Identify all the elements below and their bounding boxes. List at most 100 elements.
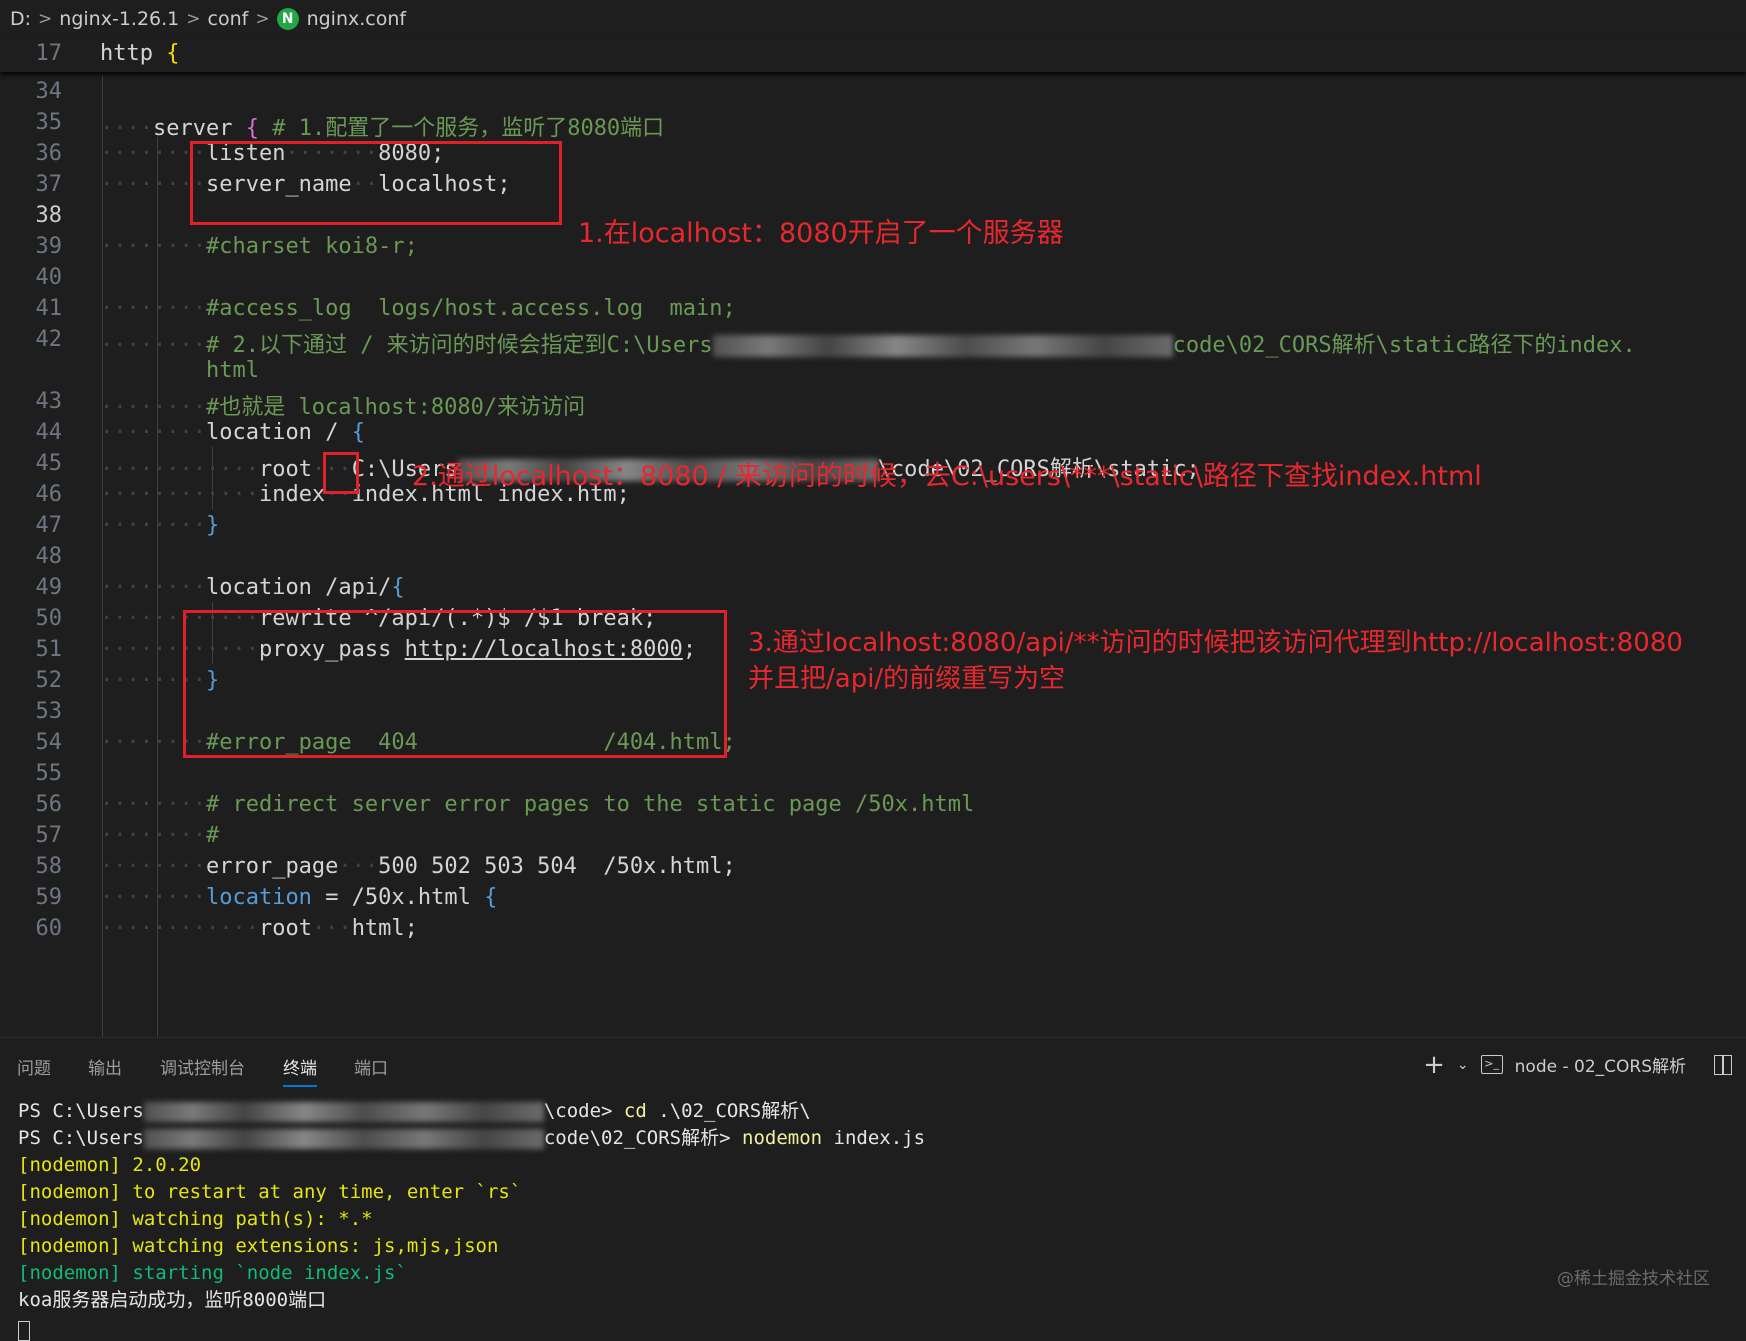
line-number: 53 [35,699,63,724]
chevron-right-icon: > [255,9,270,29]
code-line[interactable]: 41 ········#access_log logs/host.access.… [0,292,1746,326]
terminal-command: cd [623,1100,647,1122]
code-line[interactable]: 44 ········location / { [0,416,1746,450]
code-value: 500 502 503 504 /50x.html; [378,854,736,879]
annotation-3-line1: 3.通过localhost:8080/api/**访问的时候把该访问代理到htt… [748,628,1683,658]
terminal-line: [nodemon] watching extensions: js,mjs,js… [18,1235,499,1257]
code-line[interactable]: 59 ········location = /50x.html { [0,881,1746,915]
code-path: / [325,420,339,445]
line-number: 47 [35,513,63,538]
code-brace: { [484,885,498,910]
code-line[interactable]: 55 [0,757,1746,791]
line-number: 40 [35,265,63,290]
breadcrumb-folder[interactable]: nginx-1.26.1 [59,8,179,30]
code-keyword: root [258,916,312,941]
sticky-scroll-line[interactable]: 17 http { [0,38,1746,72]
terminal-name[interactable]: node - 02_CORS解析 [1515,1052,1686,1077]
code-brace: { [391,575,405,600]
line-number: 36 [35,141,63,166]
code-line[interactable]: 35 ····server { # 1.配置了一个服务，监听了8080端口 [0,106,1746,141]
line-number: 37 [35,172,63,197]
line-number: 49 [35,575,63,600]
terminal-line: PS C:\Users code\02_CORS解析> nodemon index… [18,1127,925,1149]
line-number: 45 [35,451,63,476]
terminal-line: PS C:\Users \code> cd .\02_CORS解析\ [18,1100,811,1122]
code-line[interactable]: 58 ········error_page···500 502 503 504 … [0,850,1746,884]
code-line[interactable]: 48 [0,540,1746,574]
code-line[interactable]: 34 [0,75,1746,109]
annotation-box-api-location [183,610,727,758]
chevron-down-icon[interactable]: ⌄ [1457,1057,1469,1073]
terminal-line: koa服务器启动成功，监听8000端口 [18,1289,327,1311]
new-terminal-plus-icon[interactable]: + [1423,1052,1445,1078]
line-number: 34 [35,79,63,104]
chevron-right-icon: > [186,9,201,29]
breadcrumb-file[interactable]: nginx.conf [307,8,407,30]
code-brace: } [205,513,220,538]
terminal-cursor [18,1321,30,1341]
breadcrumb-drive[interactable]: D: [10,8,31,30]
code-line[interactable]: 56 ········# redirect server error pages… [0,788,1746,822]
annotation-1: 1.在localhost：8080开启了一个服务器 [578,218,1064,249]
terminal-prompt-path: \code> [543,1100,624,1122]
line-number: 43 [35,389,63,414]
code-line[interactable]: 57 ········# [0,819,1746,853]
chevron-right-icon: > [38,9,53,29]
line-number: 54 [35,730,63,755]
annotation-3-line2: 并且把/api/的前缀重写为空 [748,664,1066,694]
code-keyword: location [205,420,312,445]
line-number: 60 [35,916,63,941]
line-number: 52 [35,668,63,693]
terminal-args: index.js [822,1127,926,1149]
breadcrumb-subfolder[interactable]: conf [208,8,249,30]
code-comment: # [205,823,220,848]
split-terminal-icon[interactable] [1714,1054,1732,1075]
code-value: html; [351,916,418,941]
line-number: 50 [35,606,63,631]
line-number: 59 [35,885,63,910]
code-keyword: http [100,41,153,66]
line-number: 35 [35,110,63,135]
tab-terminal[interactable]: 终端 [283,1054,317,1087]
terminal-prompt: PS C:\Users [18,1100,144,1122]
code-keyword: index [258,482,326,507]
terminal-args: .\02_CORS解析\ [646,1100,811,1122]
tab-debug-console[interactable]: 调试控制台 [160,1054,245,1079]
annotation-2: 2.通过localhost：8080 / 来访问的时候，去C:\users\**… [412,461,1482,492]
line-number: 38 [35,203,63,228]
code-line[interactable]: 40 [0,261,1746,295]
code-comment: html [205,358,259,383]
code-comment: #charset koi8-r; [205,234,418,259]
code-line[interactable]: 60 ············root···html; [0,912,1746,946]
terminal-line: [nodemon] starting `node index.js` [18,1262,407,1284]
code-keyword: location [205,885,312,910]
code-brace: { [351,420,365,445]
code-value: = /50x.html [325,885,471,910]
terminal-prompt-path: code\02_CORS解析> [543,1127,742,1149]
tab-ports[interactable]: 端口 [354,1054,388,1079]
code-comment: # redirect server error pages to the sta… [205,792,975,817]
code-line[interactable]: 42 ········# 2.以下通过 / 来访问的时候会指定到C:\Users… [0,323,1746,358]
code-line[interactable]: 49 ········location /api/{ [0,571,1746,605]
nginx-file-icon: N [276,8,299,30]
redacted-region [143,1128,544,1149]
code-editor[interactable]: 34 35 ····server { # 1.配置了一个服务，监听了8080端口… [0,75,1746,1037]
line-number: 58 [35,854,63,879]
annotation-box-listen [190,141,562,225]
code-line[interactable]: 47 ········} [0,509,1746,543]
code-line[interactable]: 43 ········#也就是 localhost:8080/来访访问 [0,385,1746,420]
code-keyword: location /api/ [205,575,392,600]
tab-problems[interactable]: 问题 [17,1054,51,1079]
terminal-line: [nodemon] watching path(s): *.* [18,1208,373,1230]
line-number: 56 [35,792,63,817]
code-comment: #access_log logs/host.access.log main; [205,296,736,321]
code-brace: { [166,41,180,66]
tab-output[interactable]: 输出 [88,1054,122,1079]
line-number: 48 [35,544,63,569]
terminal-output[interactable]: PS C:\Users \code> cd .\02_CORS解析\ PS C:\… [18,1098,925,1341]
redacted-region [143,1101,544,1122]
line-number: 46 [35,482,63,507]
line-number: 55 [35,761,63,786]
terminal-prompt: PS C:\Users [18,1127,144,1149]
code-line[interactable]: html [0,354,1746,388]
